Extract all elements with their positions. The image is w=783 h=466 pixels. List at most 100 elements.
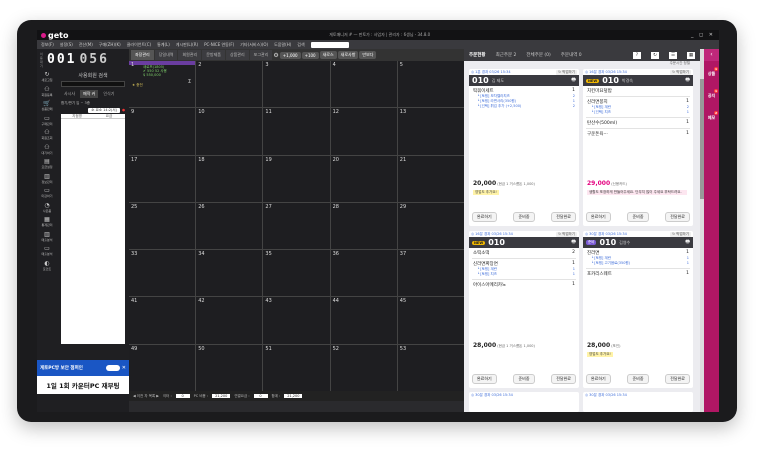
order-card[interactable]: ◎ 16분 경과 03/26 15:34 ↻ 픽업하기 NEW 010 🖶 소떡소떡 2 신라…	[469, 231, 579, 388]
sidebar-icon-button[interactable]: ▭ 매출분석	[37, 244, 57, 259]
pickup-button[interactable]: ↻ 픽업하기	[670, 231, 691, 237]
seat-cell[interactable]: 12	[330, 108, 397, 155]
seat-view-tab[interactable]: 당일내역	[154, 50, 178, 60]
complete-button[interactable]: 완료하기	[586, 212, 611, 222]
pickup-button[interactable]: ↻ 픽업하기	[670, 69, 691, 75]
seat-cell[interactable]: 2	[196, 61, 263, 108]
menu-item[interactable]: 통계(L)	[157, 42, 170, 48]
sidebar-icon-button[interactable]: ▥ 매출분석	[37, 230, 57, 245]
order-tab[interactable]: 최근주문 2	[496, 52, 517, 58]
sidebar-icon-button[interactable]: ⚇ 회원등록	[37, 85, 57, 100]
refresh-icon[interactable]: ↻	[651, 51, 659, 59]
order-card-peek[interactable]: ◎ 30분 경과 03/26 15:34	[583, 392, 693, 412]
banner-close-icon[interactable]: ✕	[122, 365, 126, 371]
seat-view-tab[interactable]: 문방제품	[202, 50, 225, 60]
delivered-button[interactable]: 전달완료	[665, 374, 690, 384]
seat-cell[interactable]: 42	[196, 297, 263, 344]
collapse-chevron-icon[interactable]: ‹	[704, 49, 719, 61]
seat-cell[interactable]: 29	[397, 202, 464, 250]
sidebar-icon-button[interactable]: ▭ 구매관리	[37, 114, 57, 129]
seat-cell[interactable]: 37	[397, 250, 464, 297]
settings-gear-icon[interactable]: ⚙	[273, 52, 278, 59]
seat-filter-chip[interactable]: 소 요소 14:2(서)	[88, 107, 120, 113]
seat-cell[interactable]: 36	[330, 250, 397, 297]
seat-cell[interactable]: 20	[330, 155, 397, 202]
seat-view-tab[interactable]: 포그관리	[249, 50, 273, 60]
seat-cell[interactable]: 5	[397, 61, 464, 108]
menu-item[interactable]: 설정(S)	[60, 42, 73, 48]
order-card[interactable]: ◎ 16분 경과 03/26 15:34 ↻ 픽업하기 NEW 010 박경숙 🖶 치킨마요…	[583, 69, 693, 226]
menu-item[interactable]: 게시판(L)(R)	[176, 42, 198, 48]
order-sort-select[interactable]: 주문시간 정렬	[464, 61, 700, 67]
pickup-button[interactable]: ↻ 픽업하기	[556, 231, 577, 237]
order-card[interactable]: ◎ 30분 경과 03/26 15:34 ↻ 픽업하기 준비 010 김영수 🖶 진라면 1 └…	[583, 231, 693, 388]
order-card-peek[interactable]: ◎ 30분 경과 03/26 15:34	[469, 392, 579, 412]
order-tab[interactable]: 주문내역 0	[561, 52, 582, 58]
seat-view-tab[interactable]: 상품관리	[225, 50, 249, 60]
right-nav-item[interactable]: 상품 1	[704, 67, 719, 81]
print-icon[interactable]: 🖶	[685, 77, 690, 85]
sidebar-icon-button[interactable]: 🛒 상품판매	[37, 99, 57, 114]
sidebar-icon-button[interactable]: ▭ 마감하기	[37, 186, 57, 201]
seat-cell[interactable]: 21	[397, 155, 464, 202]
menu-item[interactable]: PC-NICE 연동(F)	[204, 42, 234, 48]
seat-cell[interactable]: 44	[330, 297, 397, 344]
seat-search-input[interactable]	[61, 81, 125, 87]
status-nav[interactable]: ◀ 이전 자 목록 ▶	[133, 394, 159, 399]
seat-cell[interactable]: 33	[129, 250, 196, 297]
preparing-button[interactable]: 준비중	[513, 374, 535, 384]
window-controls[interactable]: _ ◻ ✕	[691, 32, 715, 38]
seat-cell[interactable]: 50	[196, 344, 263, 391]
seat-cell[interactable]: 35	[263, 250, 330, 297]
seat-panel-tab[interactable]: 사시사	[61, 90, 78, 98]
print-icon[interactable]: 🖶	[571, 77, 576, 85]
grid-view-icon[interactable]: ▦	[687, 51, 695, 59]
print-icon[interactable]: 🖶	[571, 239, 576, 247]
menu-item[interactable]: 검색	[297, 42, 304, 48]
seat-panel-tab[interactable]: 매작 커	[80, 90, 99, 98]
seat-cell[interactable]: 3	[263, 61, 330, 108]
right-nav-item[interactable]: 공지 1	[704, 89, 719, 103]
quick-action-pill[interactable]: +100	[301, 51, 319, 59]
menu-item[interactable]: 정보(F)	[41, 42, 54, 48]
sidebar-icon-button[interactable]: ▦ 통계관리	[37, 215, 57, 230]
seat-cell[interactable]: 4	[330, 61, 397, 108]
delivered-button[interactable]: 전달완료	[551, 212, 576, 222]
menu-item[interactable]: 기타(서비스)(O)	[240, 42, 268, 48]
print-icon[interactable]: 🖶	[685, 239, 690, 247]
seat-cell[interactable]: 10	[196, 108, 263, 155]
sidebar-icon-button[interactable]: ▥ 정보관리	[37, 172, 57, 187]
seat-cell[interactable]: 25	[129, 202, 196, 250]
banner-toggle[interactable]	[105, 365, 120, 371]
seat-cell[interactable]: 52	[330, 344, 397, 391]
delivered-button[interactable]: 전달완료	[551, 374, 576, 384]
menu-item[interactable]: 구매(ZH)(K)	[99, 42, 121, 48]
preparing-button[interactable]: 준비중	[627, 212, 649, 222]
security-banner[interactable]: 게토PC방 보안 점퍼인 ✕	[37, 360, 129, 376]
delivered-button[interactable]: 전달완료	[665, 212, 690, 222]
menu-item[interactable]: 전산(M)	[79, 42, 93, 48]
seat-cell[interactable]: 45	[397, 297, 464, 344]
quick-action-pill[interactable]: +1,000	[279, 51, 301, 59]
seat-cell[interactable]: 53	[397, 344, 464, 391]
seat-view-tab[interactable]: 회원관리	[178, 50, 202, 60]
complete-button[interactable]: 완료하기	[586, 374, 611, 384]
seat-cell[interactable]: 26	[196, 202, 263, 250]
sidebar-icon-button[interactable]: ▤ 요금설정	[37, 157, 57, 172]
menu-item[interactable]: 도움말(H)	[274, 42, 291, 48]
seat-cell[interactable]: 9	[129, 108, 196, 155]
complete-button[interactable]: 완료하기	[472, 374, 497, 384]
seat-cell[interactable]: 28	[330, 202, 397, 250]
pickup-button[interactable]: ↻ 픽업하기	[556, 69, 577, 75]
order-tab[interactable]: 전체주문 (0)	[526, 52, 550, 58]
seat-cell[interactable]: 43	[263, 297, 330, 344]
seat-cell[interactable]: 11	[263, 108, 330, 155]
seat-view-tab[interactable]: 좌장관리	[131, 50, 154, 60]
quick-action-pill[interactable]: 새로사항	[337, 51, 359, 59]
seat-cell[interactable]: 17	[129, 155, 196, 202]
seat-cell[interactable]: 51	[263, 344, 330, 391]
sidebar-icon-button[interactable]: ◔ 사은품	[37, 201, 57, 216]
sidebar-icon-button[interactable]: ↻ 새로고침	[37, 70, 57, 85]
menu-search-input[interactable]	[310, 41, 349, 48]
seat-cell[interactable]: 18	[196, 155, 263, 202]
